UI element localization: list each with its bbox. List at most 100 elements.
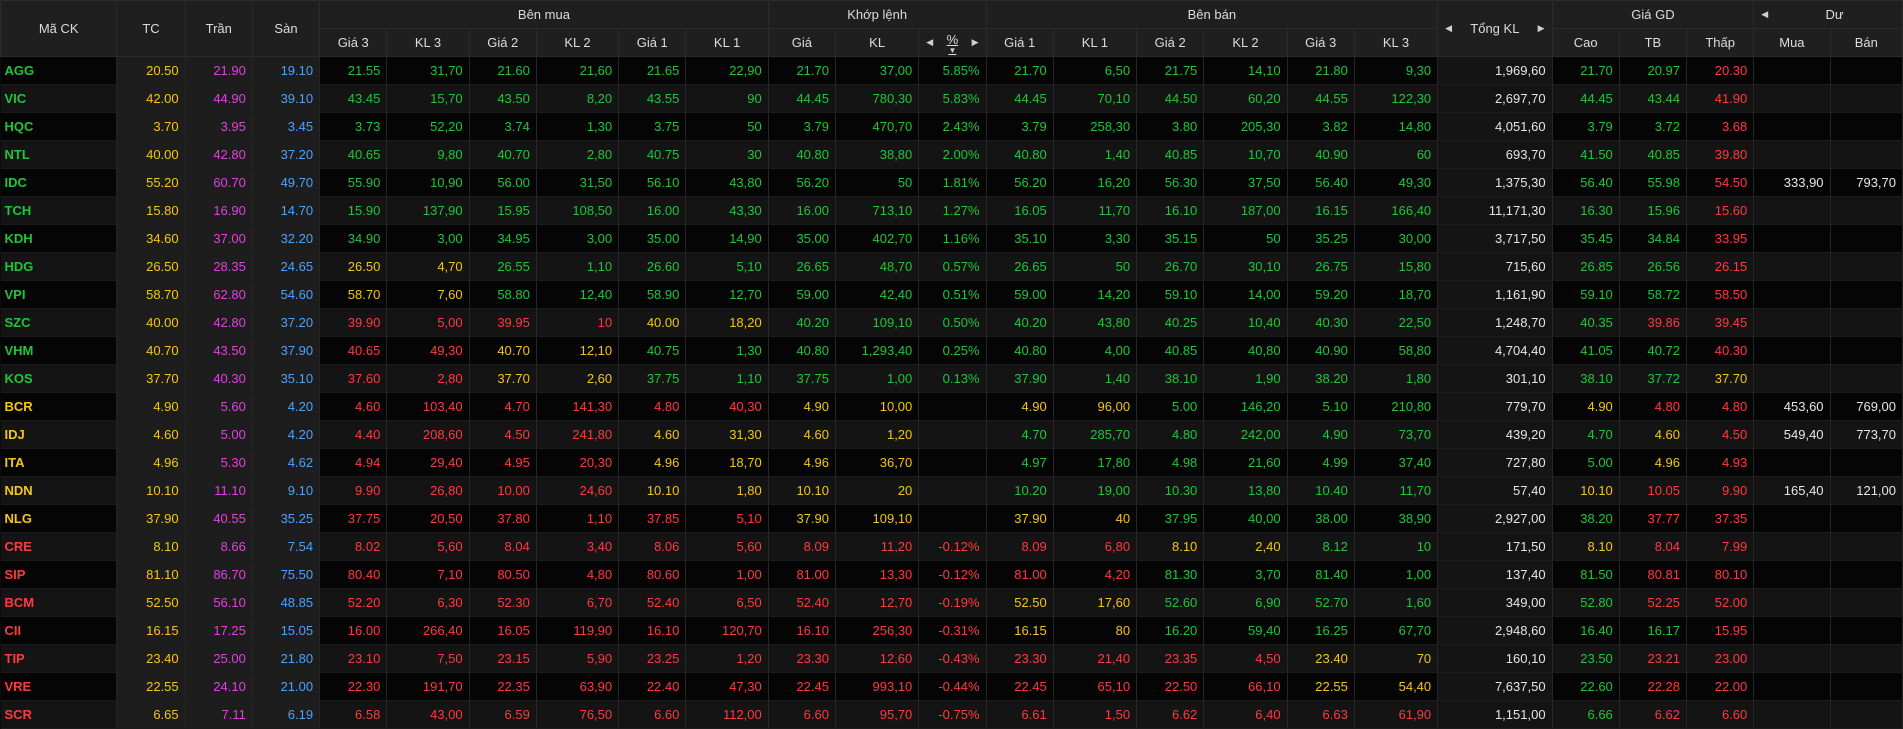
floor-cell: 4.62 <box>252 448 321 477</box>
scroll-left-icon[interactable]: ◀ <box>1442 23 1455 34</box>
sell-price2-cell: 16.20 <box>1136 616 1205 645</box>
low-cell: 4.50 <box>1686 420 1755 449</box>
table-row[interactable]: HDG 26.50 28.35 24.65 26.50 4,70 26.55 1,10 26.6… <box>0 252 1903 281</box>
symbol-cell[interactable]: IDJ <box>0 420 118 449</box>
symbol-cell[interactable]: BCR <box>0 392 118 421</box>
symbol-cell[interactable]: VPI <box>0 280 118 309</box>
pct-left-icon[interactable]: ◀ <box>923 37 936 48</box>
ref-cell: 40.00 <box>116 308 186 337</box>
buy-vol1-header[interactable]: KL 1 <box>685 28 769 57</box>
table-row[interactable]: SZC 40.00 42.80 37.20 39.90 5,00 39.95 10 40.00 1… <box>0 308 1903 337</box>
sell-vol2-header[interactable]: KL 2 <box>1203 28 1288 57</box>
buy-price2-cell: 26.55 <box>469 252 537 281</box>
table-row[interactable]: KOS 37.70 40.30 35.10 37.60 2,80 37.70 2,60 37.7… <box>0 364 1903 393</box>
pct-sort-button[interactable]: % ▼ <box>947 32 959 55</box>
pct-right-icon[interactable]: ▶ <box>969 37 982 48</box>
sell-vol1-header[interactable]: KL 1 <box>1052 28 1138 57</box>
sell-price1-cell: 16.15 <box>986 616 1054 645</box>
buy-vol3-header[interactable]: KL 3 <box>386 28 470 57</box>
sell-vol2-cell: 59,40 <box>1203 616 1288 645</box>
table-row[interactable]: VPI 58.70 62.80 54.60 58.70 7,60 58.80 12,40 58.… <box>0 280 1903 309</box>
high-header[interactable]: Cao <box>1551 28 1620 57</box>
table-row[interactable]: NDN 10.10 11.10 9.10 9.90 26,80 10.00 24,60 10.1… <box>0 476 1903 505</box>
match-price-cell: 37.90 <box>768 504 836 533</box>
symbol-cell[interactable]: IDC <box>0 168 118 197</box>
symbol-cell[interactable]: VIC <box>0 84 118 113</box>
table-row[interactable]: SCR 6.65 7.11 6.19 6.58 43,00 6.59 76,50 6.60 112… <box>0 700 1903 729</box>
symbol-cell[interactable]: NDN <box>0 476 118 505</box>
symbol-cell[interactable]: SZC <box>0 308 118 337</box>
buy-vol3-cell: 191,70 <box>386 672 470 701</box>
table-row[interactable]: NLG 37.90 40.55 35.25 37.75 20,50 37.80 1,10 37.… <box>0 504 1903 533</box>
sell-price3-header[interactable]: Giá 3 <box>1286 28 1355 57</box>
buy-vol2-header[interactable]: KL 2 <box>535 28 620 57</box>
table-row[interactable]: ITA 4.96 5.30 4.62 4.94 29,40 4.95 20,30 4.96 18,… <box>0 448 1903 477</box>
table-row[interactable]: BCM 52.50 56.10 48.85 52.20 6,30 52.30 6,70 52.4… <box>0 588 1903 617</box>
col-symbol-header[interactable]: Mã CK <box>0 0 118 57</box>
residual-buy-header[interactable]: Mua <box>1753 28 1831 57</box>
residual-sell-header[interactable]: Bán <box>1829 28 1903 57</box>
buy-price1-cell: 4.96 <box>618 448 687 477</box>
match-vol-header[interactable]: KL <box>834 28 920 57</box>
match-price-header[interactable]: Giá <box>767 28 836 57</box>
symbol-cell[interactable]: CRE <box>0 532 118 561</box>
symbol-cell[interactable]: KDH <box>0 224 118 253</box>
buy-price2-cell: 8.04 <box>469 532 537 561</box>
symbol-cell[interactable]: BCM <box>0 588 118 617</box>
buy-price2-header[interactable]: Giá 2 <box>468 28 537 57</box>
buy-price1-header[interactable]: Giá 1 <box>618 28 687 57</box>
symbol-cell[interactable]: AGG <box>0 56 118 85</box>
floor-cell: 48.85 <box>252 588 321 617</box>
total-vol-cell: 160,10 <box>1437 644 1553 673</box>
symbol-cell[interactable]: HQC <box>0 112 118 141</box>
symbol-cell[interactable]: HDG <box>0 252 118 281</box>
low-header[interactable]: Thấp <box>1686 28 1755 57</box>
sell-price1-header[interactable]: Giá 1 <box>985 28 1054 57</box>
col-ref-header[interactable]: TC <box>116 0 186 57</box>
table-row[interactable]: HQC 3.70 3.95 3.45 3.73 52,20 3.74 1,30 3.75 50 3.… <box>0 112 1903 141</box>
col-floor-header[interactable]: Sàn <box>251 0 321 57</box>
symbol-cell[interactable]: VHM <box>0 336 118 365</box>
sell-vol3-header[interactable]: KL 3 <box>1353 28 1439 57</box>
table-row[interactable]: KDH 34.60 37.00 32.20 34.90 3,00 34.95 3,00 35.0… <box>0 224 1903 253</box>
table-row[interactable]: VRE 22.55 24.10 21.00 22.30 191,70 22.35 63,90 2… <box>0 672 1903 701</box>
sell-price2-header[interactable]: Giá 2 <box>1136 28 1205 57</box>
avg-header[interactable]: TB <box>1618 28 1688 57</box>
low-cell: 7.99 <box>1686 532 1755 561</box>
symbol-cell[interactable]: VRE <box>0 672 118 701</box>
symbol-cell[interactable]: CII <box>0 616 118 645</box>
symbol-cell[interactable]: TIP <box>0 644 118 673</box>
sell-price1-cell: 52.50 <box>986 588 1054 617</box>
residual-sell-cell: 121,00 <box>1830 476 1903 505</box>
symbol-cell[interactable]: SCR <box>0 700 118 729</box>
table-row[interactable]: CRE 8.10 8.66 7.54 8.02 5,60 8.04 3,40 8.06 5,60 8… <box>0 532 1903 561</box>
table-row[interactable]: VIC 42.00 44.90 39.10 43.45 15,70 43.50 8,20 43.… <box>0 84 1903 113</box>
scroll-right-icon[interactable]: ▶ <box>1535 23 1548 34</box>
sell-vol1-cell: 285,70 <box>1053 420 1138 449</box>
total-vol-cell: 7,637,50 <box>1437 672 1553 701</box>
symbol-cell[interactable]: KOS <box>0 364 118 393</box>
sell-price3-cell: 38.20 <box>1287 364 1355 393</box>
residual-scroll-left-icon[interactable]: ◀ <box>1758 9 1771 20</box>
table-row[interactable]: TIP 23.40 25.00 21.80 23.10 7,50 23.15 5,90 23.2… <box>0 644 1903 673</box>
total-vol-label[interactable]: Tổng KL <box>1470 21 1519 36</box>
table-row[interactable]: SIP 81.10 86.70 75.50 80.40 7,10 80.50 4,80 80.6… <box>0 560 1903 589</box>
match-pct-cell: -0.44% <box>918 672 987 701</box>
table-row[interactable]: CII 16.15 17.25 15.05 16.00 266,40 16.05 119,90… <box>0 616 1903 645</box>
table-row[interactable]: IDC 55.20 60.70 49.70 55.90 10,90 56.00 31,50 56… <box>0 168 1903 197</box>
table-row[interactable]: IDJ 4.60 5.00 4.20 4.40 208,60 4.50 241,80 4.60 3… <box>0 420 1903 449</box>
table-row[interactable]: NTL 40.00 42.80 37.20 40.65 9,80 40.70 2,80 40.7… <box>0 140 1903 169</box>
symbol-cell[interactable]: TCH <box>0 196 118 225</box>
match-vol-cell: 95,70 <box>835 700 920 729</box>
symbol-cell[interactable]: NTL <box>0 140 118 169</box>
table-row[interactable]: AGG 20.50 21.90 19.10 21.55 31,70 21.60 21,60 21… <box>0 56 1903 85</box>
match-pct-cell: 0.13% <box>918 364 987 393</box>
symbol-cell[interactable]: SIP <box>0 560 118 589</box>
col-ceil-header[interactable]: Trần <box>184 0 253 57</box>
symbol-cell[interactable]: NLG <box>0 504 118 533</box>
buy-price3-header[interactable]: Giá 3 <box>319 28 388 57</box>
table-row[interactable]: BCR 4.90 5.60 4.20 4.60 103,40 4.70 141,30 4.80 4… <box>0 392 1903 421</box>
table-row[interactable]: VHM 40.70 43.50 37.90 40.65 49,30 40.70 12,10 40… <box>0 336 1903 365</box>
table-row[interactable]: TCH 15.80 16.90 14.70 15.90 137,90 15.95 108,50… <box>0 196 1903 225</box>
symbol-cell[interactable]: ITA <box>0 448 118 477</box>
